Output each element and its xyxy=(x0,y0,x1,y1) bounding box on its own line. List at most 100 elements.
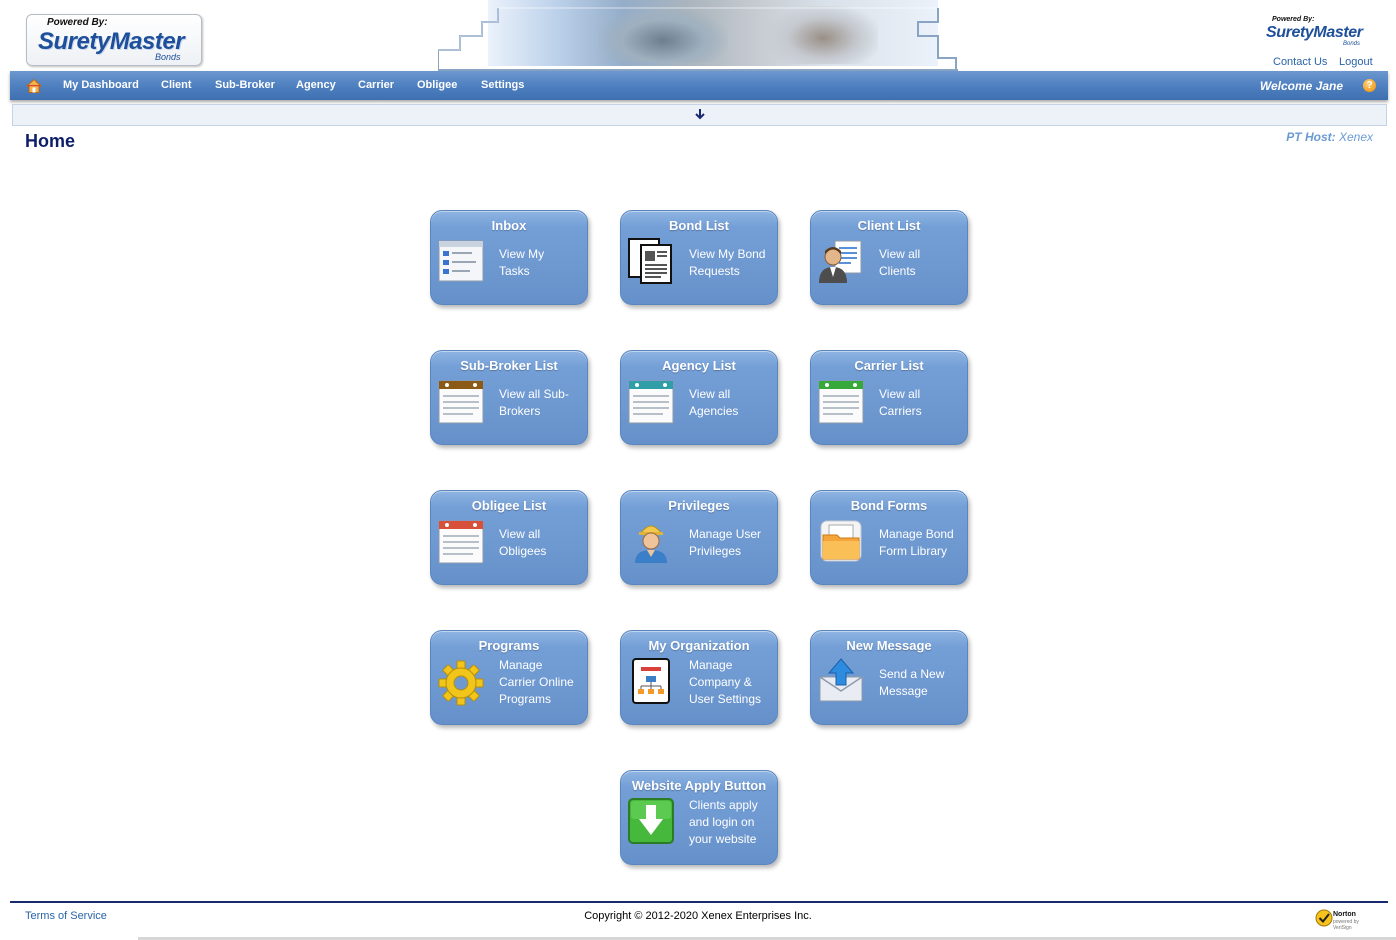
tile-line: View all xyxy=(499,527,541,541)
tile-line: View all xyxy=(689,387,731,401)
tile-title: Programs xyxy=(478,638,540,653)
tile-my-organization[interactable]: My Organization Manage Company & User Se… xyxy=(620,630,778,725)
nav-settings[interactable]: Settings xyxy=(481,79,524,91)
tile-line: Message xyxy=(879,684,928,698)
norton-sub: powered by VeriSign xyxy=(1333,919,1359,931)
tile-programs[interactable]: Programs Manage Carrier Online Programs xyxy=(430,630,588,725)
pt-host-value: Xenex xyxy=(1338,130,1373,144)
tile-line: Send a New xyxy=(879,667,945,681)
tile-line: Brokers xyxy=(499,404,541,418)
client-user-icon xyxy=(819,240,862,283)
documents-icon xyxy=(628,238,672,284)
download-arrow-icon xyxy=(628,798,674,844)
tile-title: Bond Forms xyxy=(850,498,928,513)
calendar-list-icon xyxy=(438,520,484,564)
tile-privileges[interactable]: Privileges Manage User Privileges xyxy=(620,490,778,585)
tile-title: Website Apply Button xyxy=(631,778,767,793)
nav-sub-broker[interactable]: Sub-Broker xyxy=(215,79,275,91)
header-banner-image xyxy=(438,0,958,71)
help-icon[interactable]: ? xyxy=(1363,79,1376,92)
worker-user-icon xyxy=(635,525,667,563)
inbox-tasks-icon xyxy=(438,240,484,282)
nav-carrier[interactable]: Carrier xyxy=(358,79,394,91)
tile-obligee-list[interactable]: Obligee List View all Obligees xyxy=(430,490,588,585)
tile-line: Tasks xyxy=(499,264,530,278)
tile-title: Obligee List xyxy=(471,498,547,513)
norton-name: Norton xyxy=(1333,911,1356,918)
envelope-upload-icon xyxy=(819,658,863,702)
suretymaster-logo[interactable]: Powered By: SuretyMaster Bonds xyxy=(26,14,202,66)
logo-sub: Bonds xyxy=(155,52,181,62)
tile-line: Obligees xyxy=(499,544,547,558)
logo-small-sub: Bonds xyxy=(1343,41,1361,47)
logo-small-powered-by: Powered By: xyxy=(1272,16,1315,23)
tile-line: View all Sub- xyxy=(499,387,569,401)
tile-title: Client List xyxy=(857,218,921,233)
tile-bond-forms[interactable]: Bond Forms Manage Bond Form Library xyxy=(810,490,968,585)
tile-title: Agency List xyxy=(662,358,736,373)
logo-powered-by: Powered By: xyxy=(47,17,108,28)
tile-line: Requests xyxy=(689,264,740,278)
contact-us-link[interactable]: Contact Us xyxy=(1273,56,1327,68)
calendar-list-icon xyxy=(438,380,484,424)
page-title: Home xyxy=(25,131,76,151)
tile-line: and login on xyxy=(689,815,755,829)
home-icon[interactable] xyxy=(26,78,42,94)
tile-line: Clients xyxy=(879,264,916,278)
logo-small-name: SuretyMaster xyxy=(1266,24,1363,41)
norton-check-icon xyxy=(1315,909,1333,927)
pt-host-label: PT Host: xyxy=(1286,130,1336,144)
tile-line: Carrier Online xyxy=(499,675,574,689)
main-nav-bar: My Dashboard Client Sub-Broker Agency Ca… xyxy=(10,71,1388,100)
tile-title: Carrier List xyxy=(854,358,924,373)
gear-icon xyxy=(438,660,484,706)
calendar-list-icon xyxy=(628,380,674,424)
tile-title: Privileges xyxy=(668,498,730,513)
tile-carrier-list[interactable]: Carrier List View all Carriers xyxy=(810,350,968,445)
tile-website-apply-button[interactable]: Website Apply Button Clients apply and l… xyxy=(620,770,778,865)
tile-line: User Settings xyxy=(689,692,762,706)
logout-link[interactable]: Logout xyxy=(1339,56,1373,68)
footer-divider xyxy=(10,901,1388,903)
tile-line: Manage Bond xyxy=(879,527,954,541)
tile-line: your website xyxy=(689,832,757,846)
nav-my-dashboard[interactable]: My Dashboard xyxy=(63,79,139,91)
tile-line: Clients apply xyxy=(689,798,758,812)
tile-agency-list[interactable]: Agency List View all Agencies xyxy=(620,350,778,445)
tile-line: Form Library xyxy=(879,544,948,558)
tile-line: Programs xyxy=(499,692,552,706)
folder-icon xyxy=(820,520,862,562)
tile-line: View all xyxy=(879,247,921,261)
tile-client-list[interactable]: Client List View all Clients xyxy=(810,210,968,305)
nav-client[interactable]: Client xyxy=(161,79,192,91)
tile-title: Inbox xyxy=(491,218,527,233)
tile-line: Manage xyxy=(689,658,733,672)
pt-host: PT Host: Xenex xyxy=(1286,130,1373,144)
tile-line: Company & xyxy=(689,675,752,689)
tile-line: Manage User xyxy=(689,527,762,541)
tile-title: My Organization xyxy=(648,638,750,653)
tile-line: Manage xyxy=(499,658,543,672)
calendar-list-icon xyxy=(818,380,864,424)
tile-sub-broker-list[interactable]: Sub-Broker List View all Sub- Brokers xyxy=(430,350,588,445)
tile-inbox[interactable]: Inbox View My Tasks xyxy=(430,210,588,305)
org-chart-icon xyxy=(632,658,670,704)
arrow-down-icon xyxy=(695,109,705,120)
tile-title: Sub-Broker List xyxy=(460,358,558,373)
tile-line: Agencies xyxy=(689,404,739,418)
tile-bond-list[interactable]: Bond List View My Bond Requests xyxy=(620,210,778,305)
welcome-text: Welcome Jane xyxy=(1259,79,1343,93)
tile-new-message[interactable]: New Message Send a New Message xyxy=(810,630,968,725)
norton-secured-badge[interactable]: Norton powered by VeriSign xyxy=(1315,907,1359,933)
tile-line: View My xyxy=(499,247,545,261)
suretymaster-logo-small: Powered By: SuretyMaster Bonds xyxy=(1266,16,1376,50)
copyright-text: Copyright © 2012-2020 Xenex Enterprises … xyxy=(584,910,812,922)
nav-agency[interactable]: Agency xyxy=(296,79,336,91)
collapse-toggle-bar[interactable] xyxy=(12,104,1387,126)
tile-line: Carriers xyxy=(879,404,922,418)
tile-line: View My Bond xyxy=(689,247,766,261)
tile-line: View all xyxy=(879,387,921,401)
tile-title: New Message xyxy=(846,638,932,653)
nav-obligee[interactable]: Obligee xyxy=(417,79,457,91)
header: Powered By: SuretyMaster Bonds Powered B… xyxy=(0,0,1396,72)
